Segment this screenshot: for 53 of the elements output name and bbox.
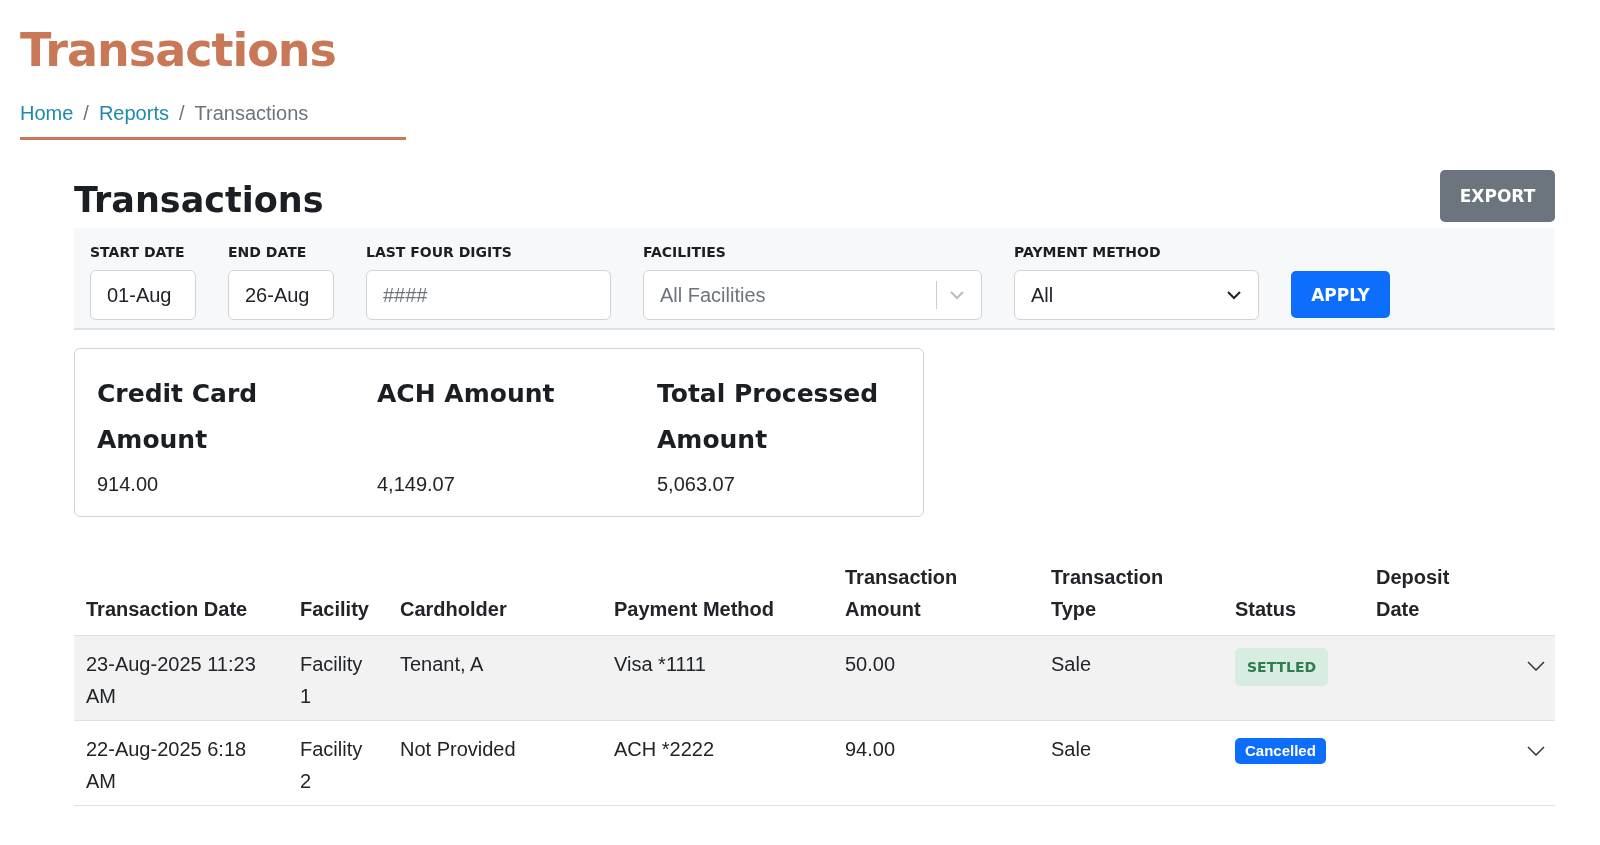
amount-cell: 50.00 [845,653,896,675]
column-header: Transaction Amount [845,566,958,620]
chevron-down-icon [1226,290,1242,300]
page-title: Transactions [20,22,337,79]
summary-value: 4,149.07 [377,473,456,496]
column-header: Cardholder [400,598,507,620]
expand-chevron-icon[interactable] [1527,661,1545,671]
field-label: START DATE [90,244,186,260]
last-four-field[interactable]: #### [366,270,611,320]
column-header: Deposit Date [1376,566,1450,620]
cardholder-cell: Tenant, A [400,653,484,675]
payment-method-cell: ACH *2222 [614,738,715,760]
breadcrumb-separator: / [178,102,185,125]
summary-label: ACH Amount [377,378,556,410]
column-header: Facility [300,598,369,620]
expand-chevron-icon[interactable] [1527,746,1545,756]
start-date-field[interactable]: 01-Aug [90,270,196,320]
column-header: Transaction Type [1051,566,1164,620]
field-label: LAST FOUR DIGITS [366,244,513,260]
type-cell: Sale [1051,653,1092,675]
summary-label: Total Processed Amount [657,378,880,456]
type-cell: Sale [1051,738,1092,760]
table-row[interactable]: 23-Aug-2025 11:23 AM Facility 1 Tenant, A Visa *1111 50.00 Sale SETTLED [74,635,1555,721]
summary-label: Credit Card Amount [97,378,259,456]
facility-cell: Facility 1 [300,653,363,707]
breadcrumb-link[interactable]: Reports [98,102,169,125]
export-button[interactable]: EXPORT [1440,170,1555,222]
status-label: SETTLED [1235,648,1329,686]
chevron-down-icon [949,290,965,300]
column-header: Status [1235,598,1297,620]
apply-button[interactable]: APPLY [1291,271,1390,318]
payment-method-cell: Visa *1111 [614,653,706,675]
date-cell: 23-Aug-2025 11:23 AM [86,653,256,707]
field-label: FACILITIES [643,244,727,260]
breadcrumb-link[interactable]: Home [20,102,74,125]
breadcrumb-separator: / [83,102,89,125]
table-row[interactable]: 22-Aug-2025 6:18 AM Facility 2 Not Provided ACH *2222 94.00 Sale Cancelled [74,720,1555,806]
amount-cell: 94.00 [845,738,896,760]
date-cell: 22-Aug-2025 6:18 AM [86,738,247,792]
column-header: Transaction Date [86,598,248,620]
cardholder-cell: Not Provided [400,738,516,760]
breadcrumb-current: Transactions [194,102,309,125]
summary-value: 5,063.07 [657,473,736,496]
facility-cell: Facility 2 [300,738,363,792]
payment-method-dropdown[interactable]: All [1014,270,1259,320]
field-label: END DATE [228,244,308,260]
field-label: PAYMENT METHOD [1014,244,1162,260]
status-label: Cancelled [1235,738,1326,764]
section-title: Transactions [74,179,324,222]
facilities-dropdown[interactable]: All Facilities [643,270,982,320]
column-header: Payment Method [614,598,775,620]
summary-value: 914.00 [97,473,160,496]
end-date-field[interactable]: 26-Aug [228,270,334,320]
